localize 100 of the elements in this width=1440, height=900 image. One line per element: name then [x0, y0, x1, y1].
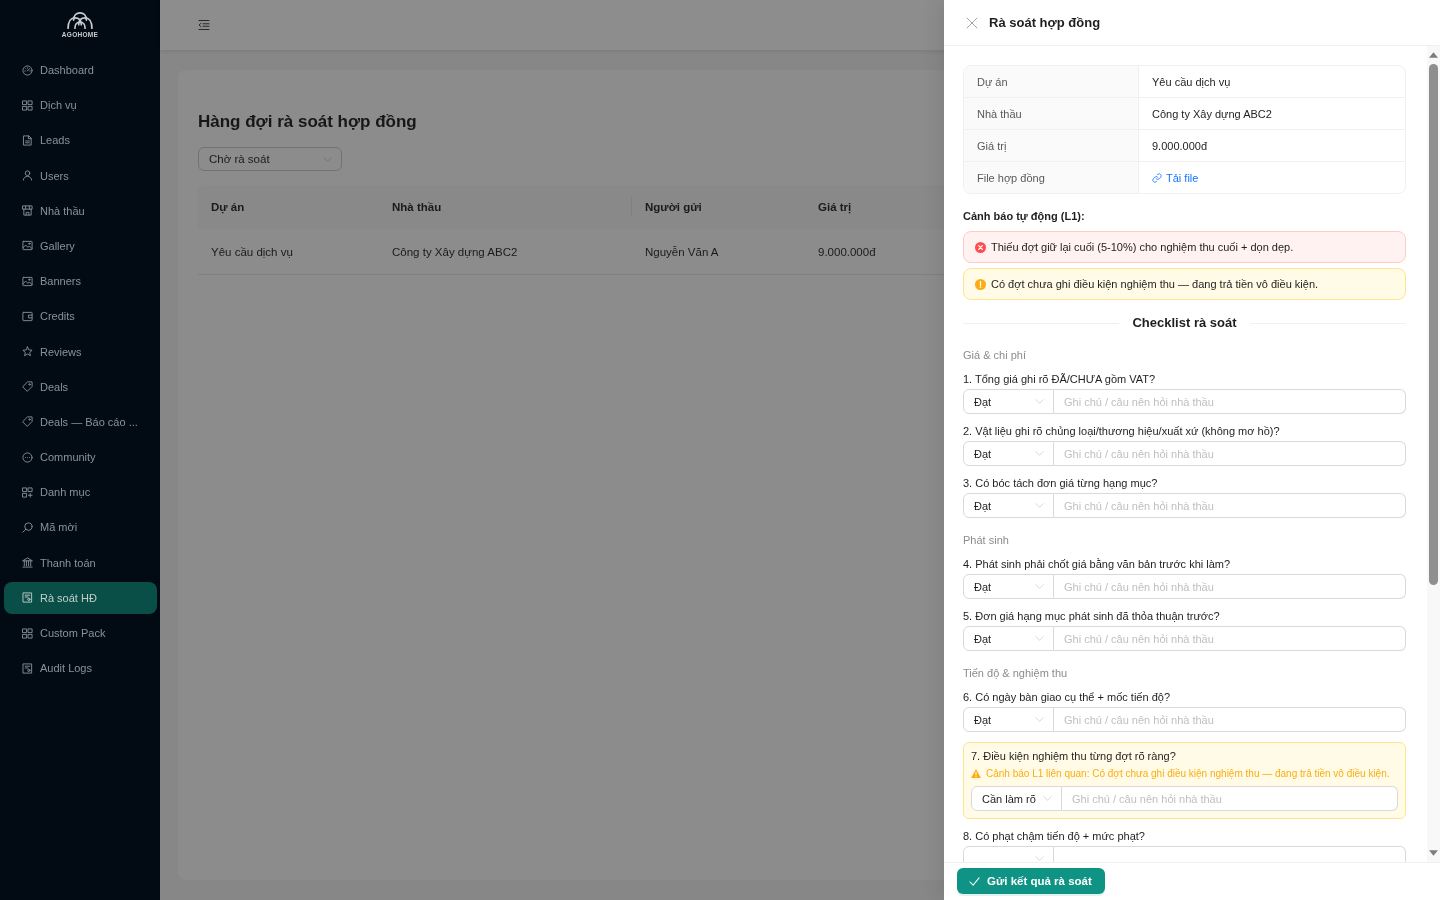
scroll-up-arrow-icon[interactable]: [1429, 52, 1438, 58]
result-select[interactable]: Đạt: [963, 707, 1054, 732]
user-icon: [22, 170, 33, 182]
image-icon: [22, 275, 33, 287]
link-icon: [1152, 172, 1162, 183]
tag-icon: [22, 381, 33, 393]
document-check-icon: [22, 662, 33, 674]
note-input[interactable]: Ghi chú / câu nên hỏi nhà thầu: [1062, 786, 1398, 811]
table-cell: Công ty Xây dựng ABC2: [379, 229, 632, 275]
section-title: Giá & chi phí: [963, 348, 1027, 362]
grid-icon: [22, 99, 33, 111]
sidebar-item[interactable]: Dịch vụ: [4, 89, 157, 122]
scrollbar-thumb[interactable]: [1429, 64, 1438, 585]
result-select[interactable]: Đạt: [963, 389, 1054, 414]
star-icon: [22, 346, 33, 357]
note-input[interactable]: Ghi chú / câu nên hỏi nhà thầu: [1054, 389, 1406, 414]
chevron-down-icon: [1035, 715, 1044, 724]
page-title: Hàng đợi rà soát hợp đồng: [198, 112, 417, 132]
sidebar-item[interactable]: Dashboard: [4, 54, 157, 86]
sidebar-item[interactable]: Deals — Báo cáo ...: [4, 405, 157, 438]
checklist-question: 4. Phát sinh phải chốt giá bằng văn bản trước khi làm?: [963, 557, 1232, 571]
close-icon[interactable]: [966, 16, 978, 29]
sidebar-item[interactable]: Thanh toán: [4, 546, 157, 579]
sidebar-item[interactable]: Users: [4, 159, 157, 192]
detail-value: Yêu cầu dịch vụ: [1151, 74, 1232, 90]
sidebar-item[interactable]: Mã mời: [4, 511, 157, 544]
sidebar-item[interactable]: Nhà thầu: [4, 194, 157, 227]
result-select[interactable]: Đạt: [963, 626, 1054, 651]
sidebar-item[interactable]: Banners: [4, 265, 157, 298]
detail-value: 9.000.000đ: [1151, 138, 1209, 154]
sidebar-item[interactable]: Leads: [4, 124, 157, 157]
gauge-icon: [22, 64, 33, 76]
checklist-question: 7. Điều kiện nghiệm thu từng đợt rõ ràng?: [971, 749, 1177, 763]
chevron-down-icon: [1035, 397, 1044, 406]
result-select[interactable]: Đạt: [963, 441, 1054, 466]
chevron-down-icon: [1035, 582, 1044, 591]
sidebar-item[interactable]: Deals: [4, 370, 157, 403]
alert-text: Có đợt chưa ghi điều kiện nghiệm thu — đang trả tiền vô điều kiện.: [991, 278, 1319, 290]
sidebar-item[interactable]: Rà soát HĐ: [4, 581, 157, 614]
document-check-icon: [22, 592, 33, 604]
detail-label: Giá trị: [964, 130, 1139, 161]
checklist-question: 8. Có phạt chậm tiến độ + mức phạt?: [963, 829, 1146, 843]
sidebar-item[interactable]: Credits: [4, 300, 157, 333]
logo-icon: [67, 12, 93, 29]
download-link[interactable]: Tải file: [1152, 171, 1199, 184]
status-select[interactable]: Chờ rà soát: [198, 147, 342, 171]
note-input[interactable]: Ghi chú / câu nên hỏi nhà thầu: [1054, 707, 1406, 732]
note-input[interactable]: Ghi chú / câu nên hỏi nhà thầu: [1054, 626, 1406, 651]
sidebar-item[interactable]: Audit Logs: [4, 652, 157, 685]
submit-button[interactable]: Gửi kết quả rà soát: [957, 868, 1105, 894]
grid-plus-icon: [22, 486, 33, 498]
warning-text: Cảnh báo L1 liên quan: Có đợt chưa ghi điều kiện nghiệm thu — đang trả tiền vô điều kiện.: [986, 767, 1390, 780]
menu-icon[interactable]: [198, 19, 210, 31]
error-icon: [975, 241, 986, 253]
warning-icon: [971, 769, 981, 778]
section-title: Phát sinh: [963, 533, 1010, 547]
checklist-question: 2. Vật liệu ghi rõ chủng loại/thương hiệu/xuất xứ (không mơ hồ)?: [963, 424, 1281, 438]
alerts-heading: Cảnh báo tự động (L1):: [963, 209, 1086, 223]
warning-icon: [975, 278, 986, 290]
detail-label: File hợp đồng: [964, 162, 1139, 193]
note-input[interactable]: Ghi chú / câu nên hỏi nhà thầu: [1054, 441, 1406, 466]
sidebar-item[interactable]: Gallery: [4, 229, 157, 262]
wallet-icon: [22, 310, 33, 322]
checklist-question: 1. Tổng giá ghi rõ ĐÃ/CHƯA gồm VAT?: [963, 372, 1157, 386]
sidebar-item[interactable]: Reviews: [4, 335, 157, 368]
alert-text: Thiếu đợt giữ lại cuối (5-10%) cho nghiệm thu cuối + dọn dẹp.: [991, 241, 1294, 253]
ellipsis-circle-icon: [22, 451, 33, 463]
tag-icon: [22, 416, 33, 428]
image-icon: [22, 240, 33, 252]
sidebar-item[interactable]: Danh mục: [4, 476, 157, 509]
sidebar-item[interactable]: Community: [4, 441, 157, 474]
detail-value: Công ty Xây dựng ABC2: [1151, 106, 1273, 122]
shop-icon: [22, 205, 33, 217]
chevron-down-icon: [1035, 501, 1044, 510]
chevron-down-icon: [1035, 854, 1044, 862]
detail-label: Dự án: [964, 66, 1139, 97]
table-cell: Nguyễn Văn A: [632, 229, 805, 275]
scroll-down-arrow-icon[interactable]: [1429, 850, 1438, 856]
result-select[interactable]: Cần làm rõ: [971, 786, 1062, 811]
result-select[interactable]: Đạt: [963, 574, 1054, 599]
note-input[interactable]: Ghi chú / câu nên hỏi nhà thầu: [1054, 493, 1406, 518]
grid-icon: [22, 627, 33, 639]
chevron-down-icon: [1043, 794, 1052, 803]
sidebar-item[interactable]: Custom Pack: [4, 617, 157, 649]
search-icon: [22, 521, 33, 533]
chevron-down-icon: [1035, 449, 1044, 458]
section-title: Tiến độ & nghiệm thu: [963, 666, 1069, 680]
note-input[interactable]: Ghi chú / câu nên hỏi nhà thầu: [1054, 574, 1406, 599]
checklist-question: 6. Có ngày bàn giao cụ thể + mốc tiến độ?: [963, 690, 1171, 704]
table-cell: Yêu cầu dịch vụ: [198, 229, 379, 275]
drawer-title: Rà soát hợp đồng: [989, 15, 1101, 30]
chevron-down-icon: [1035, 634, 1044, 643]
document-icon: [22, 134, 33, 146]
bank-icon: [22, 557, 33, 569]
detail-label: Nhà thầu: [964, 98, 1139, 129]
check-icon: [969, 875, 980, 887]
checklist-title: Checklist rà soát: [1131, 315, 1238, 331]
result-select[interactable]: Đạt: [963, 493, 1054, 518]
checklist-question: 5. Đơn giá hạng mục phát sinh đã thỏa thuận trước?: [963, 609, 1221, 623]
checklist-question: 3. Có bóc tách đơn giá từng hạng mục?: [963, 476, 1159, 490]
